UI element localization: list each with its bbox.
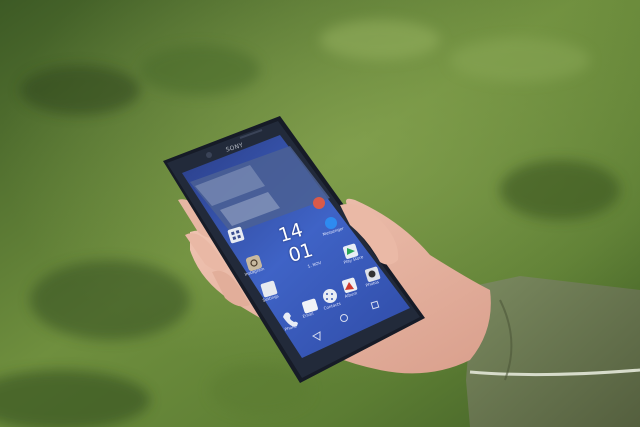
profile-avatar-icon[interactable]: [313, 197, 325, 209]
photo-scene: [0, 0, 640, 427]
jacket-sleeve: [466, 276, 640, 427]
contacts-icon[interactable]: [323, 289, 337, 303]
front-camera: [206, 152, 212, 158]
